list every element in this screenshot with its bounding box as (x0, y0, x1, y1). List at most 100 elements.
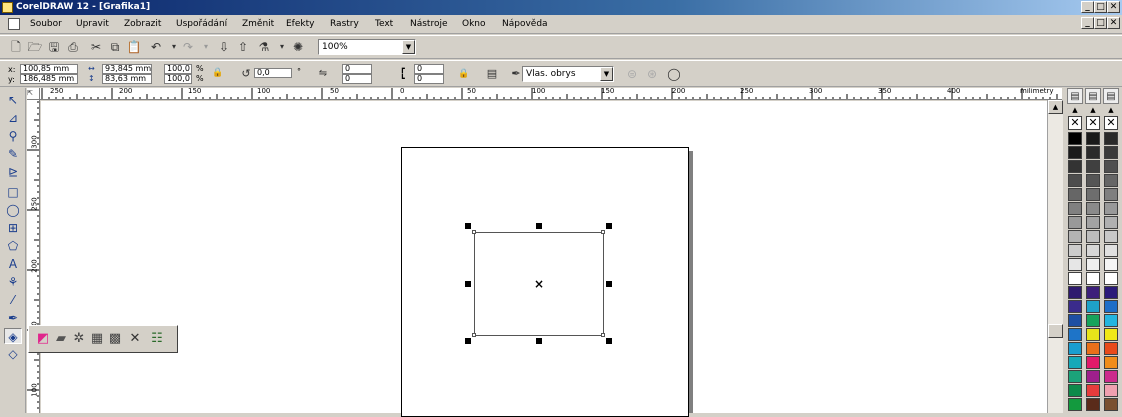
undo-icon[interactable]: ↶ (148, 39, 164, 55)
cut-icon[interactable]: ✂ (88, 39, 104, 55)
application-launcher-icon[interactable]: ⚗ (256, 39, 272, 55)
color-swatch[interactable] (1068, 132, 1082, 145)
color-swatch[interactable] (1068, 244, 1082, 257)
color-swatch[interactable] (1104, 384, 1118, 397)
color-swatch[interactable] (1104, 328, 1118, 341)
selection-handle-bottom-right[interactable] (606, 338, 612, 344)
doc-close-button[interactable]: ✕ (1107, 17, 1120, 29)
doc-minimize-button[interactable]: _ (1081, 17, 1094, 29)
color-swatch[interactable] (1086, 132, 1100, 145)
fill-tool-icon[interactable]: ◈ (4, 328, 22, 344)
rectangle-tool-icon[interactable]: □ (4, 184, 22, 200)
doc-maximize-button[interactable]: □ (1094, 17, 1107, 29)
y-position-field[interactable]: 186,485 mm (20, 74, 78, 84)
color-swatch[interactable] (1068, 258, 1082, 271)
color-swatch[interactable] (1104, 174, 1118, 187)
color-swatch[interactable] (1086, 244, 1100, 257)
maximize-button[interactable]: □ (1094, 1, 1107, 13)
launcher-dropdown-icon[interactable]: ▾ (274, 39, 290, 55)
corel-online-icon[interactable]: ✺ (290, 39, 306, 55)
chevron-down-icon[interactable]: ▼ (402, 40, 415, 54)
color-swatch[interactable] (1104, 370, 1118, 383)
ellipse-tool-icon[interactable]: ◯ (4, 202, 22, 218)
color-docker-icon[interactable]: ☷ (149, 331, 165, 347)
color-swatch[interactable] (1068, 314, 1082, 327)
redo-dropdown-icon[interactable]: ▾ (198, 39, 214, 55)
text-tool-icon[interactable]: A (4, 256, 22, 272)
export-icon[interactable]: ⇧ (235, 39, 251, 55)
freehand-tool-icon[interactable]: ✎ (4, 146, 22, 162)
palette-menu-icon[interactable]: ▤ (1085, 88, 1101, 104)
paste-icon[interactable]: 📋 (126, 39, 142, 55)
menu-napoveda[interactable]: Nápověda (502, 19, 548, 29)
color-swatch[interactable] (1086, 174, 1100, 187)
shape-tool-icon[interactable]: ⊿ (4, 110, 22, 126)
center-marker-icon[interactable]: × (534, 278, 544, 290)
zoom-combo[interactable]: 100% ▼ (318, 39, 416, 55)
color-swatch[interactable] (1104, 398, 1118, 411)
color-swatch[interactable] (1104, 356, 1118, 369)
selection-handle-right[interactable] (606, 281, 612, 287)
eyedropper-tool-icon[interactable]: ⁄ (4, 292, 22, 308)
palette-menu-icon[interactable]: ▤ (1103, 88, 1119, 104)
corner-node[interactable] (601, 230, 605, 234)
import-icon[interactable]: ⇩ (216, 39, 232, 55)
palette-scroll-up-icon[interactable]: ▲ (1103, 105, 1119, 115)
close-button[interactable]: ✕ (1107, 1, 1120, 13)
corner-bottom-right-field[interactable]: 0 (414, 74, 444, 84)
color-swatch[interactable] (1068, 356, 1082, 369)
polygon-tool-icon[interactable]: ⊞ (4, 220, 22, 236)
color-swatch[interactable] (1068, 230, 1082, 243)
interactive-blend-tool-icon[interactable]: ⚘ (4, 274, 22, 290)
outline-tool-icon[interactable]: ✒ (4, 310, 22, 326)
fill-color-dialog-icon[interactable]: ◩ (35, 331, 51, 347)
smart-fill-tool-icon[interactable]: ⊵ (4, 164, 22, 180)
corner-node[interactable] (601, 333, 605, 337)
color-swatch[interactable] (1104, 314, 1118, 327)
color-swatch[interactable] (1068, 174, 1082, 187)
color-swatch[interactable] (1068, 328, 1082, 341)
selection-handle-bottom[interactable] (536, 338, 542, 344)
interactive-fill-tool-icon[interactable]: ◇ (4, 346, 22, 362)
color-swatch[interactable] (1068, 300, 1082, 313)
menu-soubor[interactable]: Soubor (30, 19, 62, 29)
color-swatch[interactable] (1104, 216, 1118, 229)
round-corners-lock-icon[interactable]: 🔒 (456, 66, 472, 82)
scale-x-field[interactable]: 100,0 (164, 64, 192, 74)
color-swatch[interactable] (1068, 384, 1082, 397)
new-icon[interactable]: 🗋 (8, 39, 24, 55)
palette-scroll-up-icon[interactable]: ▲ (1067, 105, 1083, 115)
color-swatch[interactable] (1086, 272, 1100, 285)
chevron-down-icon[interactable]: ▼ (600, 67, 613, 81)
color-swatch[interactable] (1086, 370, 1100, 383)
open-icon[interactable]: 🗁 (27, 39, 43, 55)
color-swatch[interactable] (1104, 244, 1118, 257)
color-swatch[interactable] (1104, 132, 1118, 145)
menu-upravit[interactable]: Upravit (76, 19, 109, 29)
height-field[interactable]: 83,63 mm (102, 74, 152, 84)
color-swatch[interactable] (1104, 342, 1118, 355)
save-icon[interactable]: 🖫 (46, 39, 62, 55)
print-icon[interactable]: ⎙ (65, 39, 81, 55)
selection-handle-left[interactable] (465, 281, 471, 287)
scroll-thumb[interactable] (1048, 324, 1063, 338)
color-swatch[interactable] (1086, 342, 1100, 355)
vertical-scrollbar[interactable]: ▲ (1047, 100, 1063, 413)
outline-width-combo[interactable]: Vlas. obrys ▼ (522, 66, 614, 82)
no-fill-icon[interactable]: ✕ (127, 331, 143, 347)
color-swatch[interactable] (1068, 216, 1082, 229)
color-swatch[interactable] (1068, 398, 1082, 411)
color-swatch[interactable] (1068, 272, 1082, 285)
menu-nastroje[interactable]: Nástroje (410, 19, 448, 29)
color-swatch[interactable] (1086, 314, 1100, 327)
color-swatch[interactable] (1086, 258, 1100, 271)
color-swatch[interactable] (1086, 146, 1100, 159)
selection-handle-top[interactable] (536, 223, 542, 229)
corner-node[interactable] (472, 333, 476, 337)
color-swatch[interactable] (1086, 356, 1100, 369)
break-apart-icon[interactable]: ⊛ (644, 66, 660, 82)
rotation-field[interactable]: 0,0 (254, 68, 292, 78)
corner-top-left-field[interactable]: 0 (342, 64, 372, 74)
selection-handle-top-right[interactable] (606, 223, 612, 229)
scale-y-field[interactable]: 100,0 (164, 74, 192, 84)
